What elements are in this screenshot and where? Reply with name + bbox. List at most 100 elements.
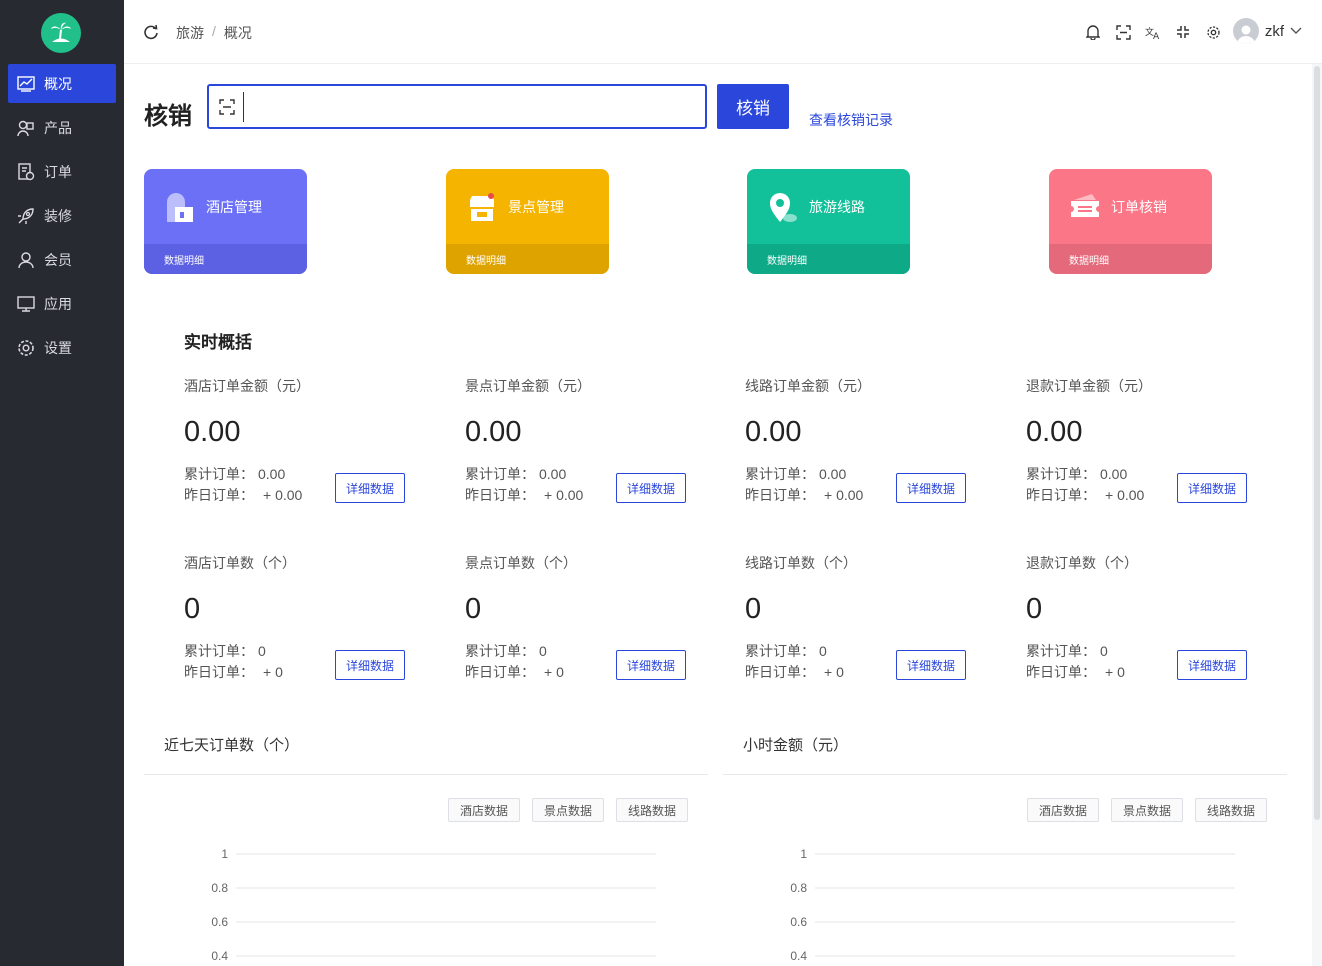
stat-value: 0	[465, 593, 482, 625]
quick-card-3[interactable]: 订单核销 数据明细	[1049, 169, 1212, 274]
stat-yesterday-value: + 0.00	[824, 487, 864, 503]
chart-title-hourly: 小时金额（元）	[743, 737, 849, 754]
stat-label: 退款订单数（个）	[1026, 555, 1138, 571]
chart-filter-button[interactable]: 线路数据	[616, 798, 688, 822]
chart-filter-button[interactable]: 景点数据	[1111, 798, 1183, 822]
sidebar-item-1[interactable]: 产品	[8, 108, 116, 147]
card-title: 酒店管理	[206, 198, 262, 215]
main-content: 核销 核销 查看核销记录 酒店管理 数据明细 景点管理 数据明细 旅游线路 数据明细 订单核…	[124, 64, 1312, 966]
card-detail-link[interactable]: 数据明细	[1049, 244, 1212, 274]
y-tick-label: 0.8	[211, 881, 228, 895]
stat-yesterday-label: 昨日订单：	[465, 664, 535, 680]
stat-yesterday-label: 昨日订单：	[184, 664, 254, 680]
main-scrollbar[interactable]	[1314, 66, 1320, 820]
scan-code-icon[interactable]	[219, 98, 235, 115]
user-icon	[16, 250, 36, 270]
stat-total-value: 0.00	[819, 466, 847, 482]
stat-total-label: 累计订单：	[184, 466, 254, 482]
stat-card: 景点订单金额（元） 0.00 累计订单： 0.00 昨日订单： + 0.00 详细数据	[465, 376, 705, 516]
sidebar-item-0[interactable]: 概况	[8, 64, 116, 103]
username[interactable]: zkf	[1265, 23, 1284, 40]
card-header: 景点管理	[446, 169, 609, 244]
stat-label: 酒店订单数（个）	[184, 555, 296, 571]
chevron-down-icon[interactable]	[1290, 27, 1302, 35]
chart-filter-button[interactable]: 酒店数据	[448, 798, 520, 822]
card-detail-link[interactable]: 数据明细	[446, 244, 609, 274]
sidebar-item-5[interactable]: 应用	[8, 284, 116, 323]
chart-filter-button[interactable]: 酒店数据	[1027, 798, 1099, 822]
chart-filter-button[interactable]: 线路数据	[1195, 798, 1267, 822]
y-tick-label: 0.8	[790, 881, 807, 895]
shop-icon	[464, 189, 500, 225]
verify-button[interactable]: 核销	[717, 84, 789, 129]
realtime-title: 实时概括	[184, 333, 252, 352]
stat-yesterday-value: + 0	[263, 664, 283, 680]
y-tick-label: 0.6	[211, 915, 228, 929]
quick-card-0[interactable]: 酒店管理数据明细	[144, 169, 307, 274]
sidebar-item-6[interactable]: 设置	[8, 328, 116, 367]
verify-code-input[interactable]	[243, 91, 705, 122]
card-detail-link[interactable]: 数据明细	[144, 244, 307, 274]
card-title: 旅游线路	[809, 198, 865, 215]
card-detail-link[interactable]: 数据明细	[747, 244, 910, 274]
quick-card-1[interactable]: 景点管理 数据明细	[446, 169, 609, 274]
stat-yesterday-value: + 0.00	[544, 487, 584, 503]
map-pin-icon	[765, 189, 801, 225]
sidebar-item-label: 产品	[44, 119, 72, 136]
breadcrumb-item-tourism[interactable]: 旅游	[176, 23, 204, 43]
stat-yesterday-value: + 0	[824, 664, 844, 680]
top-header: 旅游 / 概况 文A zkf	[124, 0, 1322, 64]
detail-data-button[interactable]: 详细数据	[1177, 650, 1247, 680]
gear-icon	[16, 338, 36, 358]
sidebar-item-2[interactable]: 订单	[8, 152, 116, 191]
y-tick-label: 0.6	[790, 915, 807, 929]
settings-gear-icon[interactable]	[1204, 22, 1222, 42]
detail-data-button[interactable]: 详细数据	[896, 650, 966, 680]
palm-tree-icon	[51, 22, 71, 42]
chart-filter-button[interactable]: 景点数据	[532, 798, 604, 822]
stat-value: 0.00	[465, 416, 522, 448]
refresh-icon[interactable]	[142, 23, 160, 41]
ticket-icon	[1067, 189, 1103, 225]
divider	[723, 774, 1287, 775]
detail-data-button[interactable]: 详细数据	[616, 473, 686, 503]
stat-total-label: 累计订单：	[745, 643, 815, 659]
stat-label: 退款订单金额（元）	[1026, 378, 1152, 394]
sidebar-item-4[interactable]: 会员	[8, 240, 116, 279]
detail-data-button[interactable]: 详细数据	[335, 650, 405, 680]
app-logo[interactable]	[41, 13, 81, 53]
quick-card-2[interactable]: 旅游线路数据明细	[747, 169, 910, 274]
verify-input-box[interactable]	[207, 84, 707, 129]
svg-text:A: A	[1153, 32, 1160, 40]
stat-card: 线路订单金额（元） 0.00 累计订单： 0.00 昨日订单： + 0.00 详细数据	[745, 376, 985, 516]
card-header: 订单核销	[1049, 169, 1212, 244]
detail-data-button[interactable]: 详细数据	[616, 650, 686, 680]
chart-panel-weekly: 近七天订单数（个） 酒店数据 景点数据 线路数据 1 0.8 0.6 0.4	[144, 734, 708, 966]
user-menu[interactable]: zkf	[1232, 18, 1302, 44]
bell-icon[interactable]	[1084, 22, 1102, 42]
stat-value: 0	[745, 593, 762, 625]
monitor-icon	[16, 294, 36, 314]
detail-data-button[interactable]: 详细数据	[896, 473, 966, 503]
quick-cards: 酒店管理 数据明细 景点管理 数据明细 旅游线路 数据明细 订单核销 数据明细	[144, 169, 1214, 274]
verify-records-link[interactable]: 查看核销记录	[809, 110, 893, 130]
stat-total-label: 累计订单：	[465, 643, 535, 659]
stat-value: 0	[1026, 593, 1043, 625]
y-tick-label: 1	[800, 847, 807, 861]
avatar[interactable]	[1232, 18, 1259, 44]
sidebar-nav: 概况产品订单装修会员应用设置	[8, 64, 116, 372]
order-icon	[16, 162, 36, 182]
fullscreen-icon[interactable]	[1174, 22, 1192, 42]
scan-icon[interactable]	[1114, 22, 1132, 42]
detail-data-button[interactable]: 详细数据	[1177, 473, 1247, 503]
detail-data-button[interactable]: 详细数据	[335, 473, 405, 503]
translate-icon[interactable]: 文A	[1144, 22, 1162, 42]
stat-label: 线路订单数（个）	[745, 555, 857, 571]
stat-card: 酒店订单数（个） 0 累计订单： 0 昨日订单： + 0 详细数据	[184, 553, 424, 693]
stat-value: 0.00	[1026, 416, 1083, 448]
stat-yesterday-label: 昨日订单：	[745, 664, 815, 680]
sidebar-item-3[interactable]: 装修	[8, 196, 116, 235]
stat-total-value: 0.00	[539, 466, 567, 482]
stat-total-value: 0.00	[1100, 466, 1128, 482]
stat-total-value: 0	[819, 643, 827, 659]
